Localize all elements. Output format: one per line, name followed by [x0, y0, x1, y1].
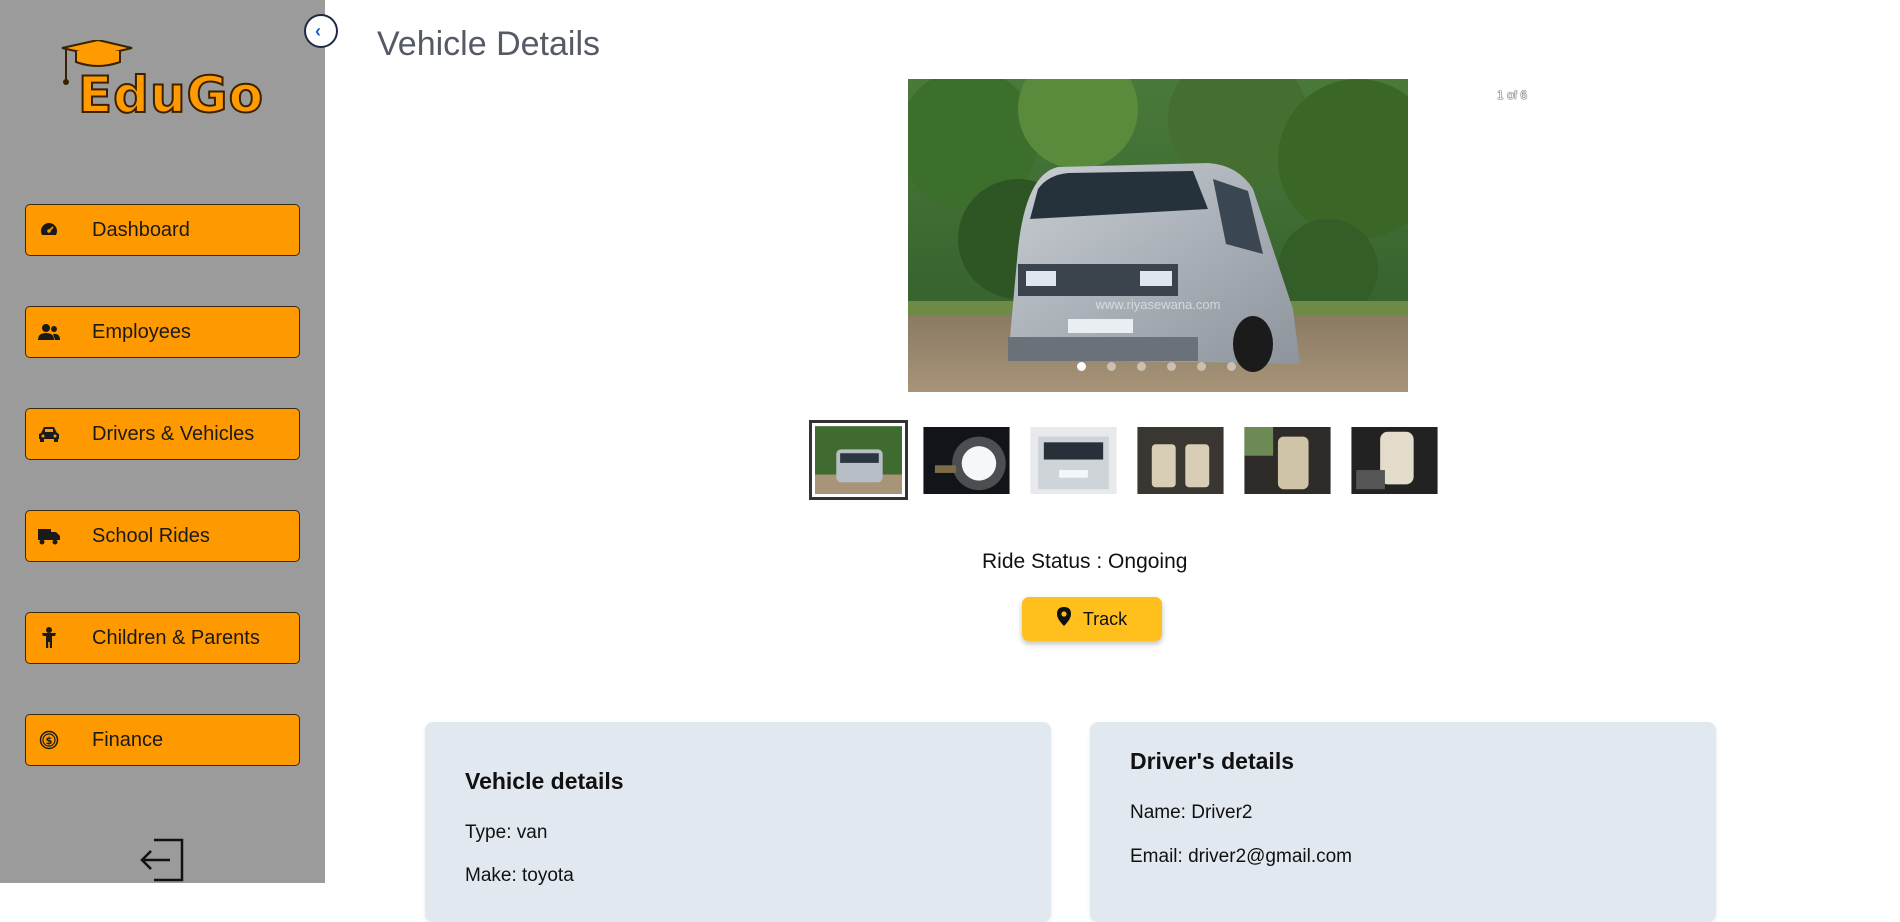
- sidebar-item-label: School Rides: [92, 524, 210, 547]
- ride-status-text: Ride Status : Ongoing: [982, 550, 1188, 573]
- carousel-dots: [1077, 362, 1236, 371]
- thumbnail-2[interactable]: [922, 426, 1011, 494]
- carousel-dot[interactable]: [1077, 362, 1086, 371]
- card-title: Vehicle details: [465, 768, 624, 794]
- main-content: Vehicle Details www.riyasewana.com 1 of …: [325, 0, 1900, 922]
- thumbnail-3[interactable]: [1029, 426, 1118, 494]
- thumbnail-4[interactable]: [1136, 426, 1225, 494]
- carousel-dot[interactable]: [1137, 362, 1146, 371]
- driver-name: Name: Driver2: [1130, 802, 1253, 823]
- sidebar-item-label: Employees: [92, 320, 191, 343]
- chevron-left-icon: ‹: [315, 20, 321, 41]
- sidebar-item-dashboard[interactable]: Dashboard: [25, 204, 300, 256]
- thumbnail-strip: [809, 420, 1457, 500]
- vehicle-make: Make: toyota: [465, 865, 574, 886]
- track-button[interactable]: Track: [1022, 597, 1162, 641]
- driver-details-card: Driver's details Name: Driver2 Email: dr…: [1090, 722, 1716, 922]
- sidebar-item-finance[interactable]: $ Finance: [25, 714, 300, 766]
- slide-counter: 1 of 6: [1497, 88, 1528, 102]
- dashboard-gauge-icon: [38, 219, 60, 241]
- truck-icon: [38, 525, 60, 547]
- dollar-circle-icon: $: [38, 729, 60, 751]
- track-button-label: Track: [1082, 608, 1128, 629]
- thumbnail-6[interactable]: [1350, 426, 1439, 494]
- vehicle-type: Type: van: [465, 822, 548, 843]
- sidebar: EduGo Dashboard Employees Drivers & Vehi…: [0, 0, 325, 883]
- sidebar-item-label: Drivers & Vehicles: [92, 422, 255, 445]
- carousel-dot[interactable]: [1227, 362, 1236, 371]
- collapse-sidebar-button[interactable]: ‹: [304, 14, 338, 48]
- vehicle-details-card: Vehicle details Type: van Make: toyota: [425, 722, 1051, 922]
- vehicle-photo-main[interactable]: www.riyasewana.com: [908, 79, 1408, 392]
- carousel-dot[interactable]: [1167, 362, 1176, 371]
- sidebar-item-drivers-vehicles[interactable]: Drivers & Vehicles: [25, 408, 300, 460]
- page-title: Vehicle Details: [377, 25, 601, 63]
- logo-text: EduGo: [77, 66, 264, 124]
- driver-email: Email: driver2@gmail.com: [1130, 846, 1353, 867]
- sidebar-item-employees[interactable]: Employees: [25, 306, 300, 358]
- map-pin-icon: [1056, 607, 1071, 631]
- watermark-text: www.riyasewana.com: [1095, 297, 1221, 312]
- carousel-dot[interactable]: [1197, 362, 1206, 371]
- sidebar-nav: Dashboard Employees Drivers & Vehicles S…: [25, 204, 300, 816]
- thumbnail-5[interactable]: [1243, 426, 1332, 494]
- users-icon: [38, 321, 60, 343]
- carousel-dot[interactable]: [1107, 362, 1116, 371]
- logout-icon[interactable]: [140, 838, 186, 882]
- sidebar-item-label: Children & Parents: [92, 626, 260, 649]
- svg-text:$: $: [46, 736, 53, 747]
- sidebar-item-children-parents[interactable]: Children & Parents: [25, 612, 300, 664]
- child-icon: [38, 627, 60, 649]
- thumbnail-1[interactable]: [809, 420, 908, 500]
- sidebar-item-label: Finance: [92, 728, 164, 751]
- edugo-logo: EduGo: [60, 40, 264, 125]
- sidebar-item-label: Dashboard: [92, 218, 190, 241]
- card-title: Driver's details: [1130, 748, 1294, 774]
- car-icon: [38, 423, 60, 445]
- sidebar-item-school-rides[interactable]: School Rides: [25, 510, 300, 562]
